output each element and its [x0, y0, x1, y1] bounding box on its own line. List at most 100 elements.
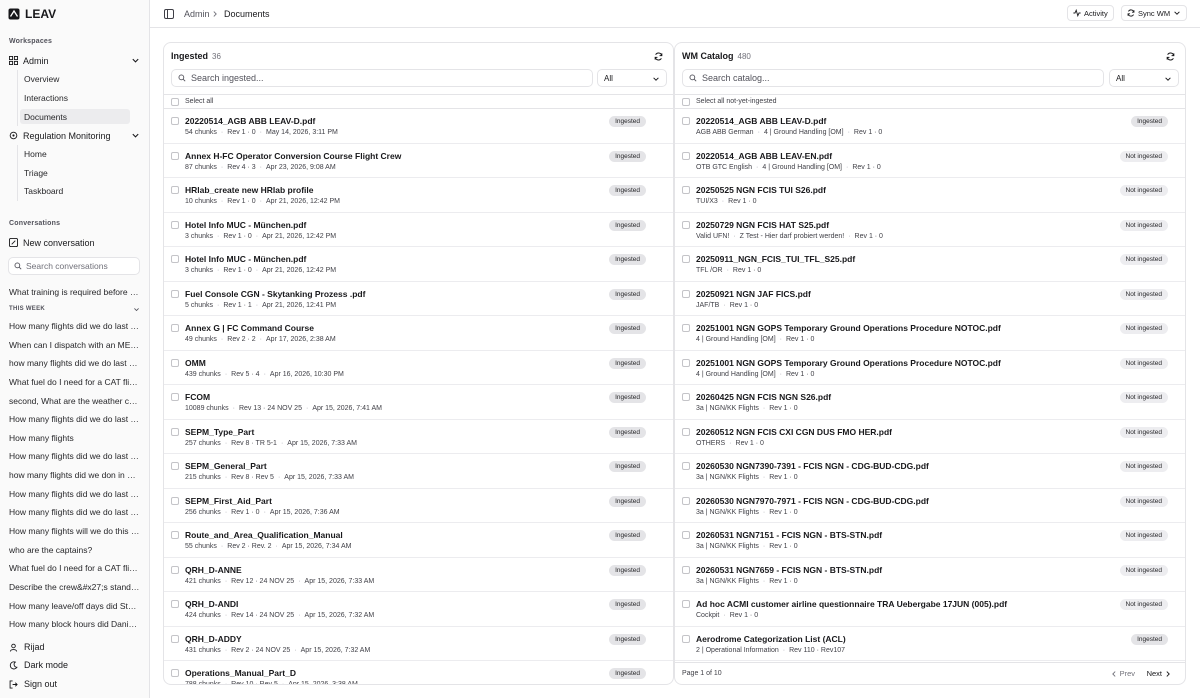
- document-row[interactable]: Route_and_Area_Qualification_Manual 55 ch…: [164, 523, 673, 558]
- conversation-item[interactable]: How many flights did we do last year: [9, 451, 140, 462]
- workspace-regulation[interactable]: Regulation Monitoring: [4, 127, 146, 144]
- document-row[interactable]: Annex H-FC Operator Conversion Course Fl…: [164, 144, 673, 178]
- document-row[interactable]: Ad hoc ACMI customer airline questionnai…: [675, 592, 1185, 627]
- row-checkbox[interactable]: [171, 358, 179, 367]
- row-checkbox[interactable]: [171, 186, 179, 194]
- document-row[interactable]: Aerodrome Categorization List (ACL) 2 | O…: [675, 627, 1185, 661]
- brand-logo[interactable]: LEAV: [8, 6, 56, 22]
- document-row[interactable]: 20260530 NGN7390-7391 - FCIS NGN - CDG-B…: [675, 454, 1185, 489]
- document-row[interactable]: Operations_Manual_Part_D 788 chunks · Rev 1…: [164, 661, 673, 684]
- conversation-item[interactable]: How many flights did we do last week: [9, 507, 140, 518]
- row-checkbox[interactable]: [682, 151, 690, 160]
- dark-mode-toggle[interactable]: Dark mode: [4, 657, 146, 673]
- conversation-item[interactable]: How many flights did we do last month: [9, 489, 140, 500]
- row-checkbox[interactable]: [171, 565, 179, 574]
- nav-interactions[interactable]: Interactions: [20, 90, 130, 105]
- row-checkbox[interactable]: [682, 634, 690, 643]
- workspace-admin[interactable]: Admin: [4, 52, 146, 69]
- row-checkbox[interactable]: [682, 427, 690, 436]
- nav-taskboard[interactable]: Taskboard: [20, 183, 130, 198]
- user-menu[interactable]: Rijad: [4, 639, 146, 655]
- row-checkbox[interactable]: [171, 324, 179, 332]
- activity-button[interactable]: Activity: [1067, 5, 1114, 21]
- nav-triage[interactable]: Triage: [20, 165, 130, 180]
- row-checkbox[interactable]: [171, 255, 179, 263]
- refresh-icon[interactable]: [1166, 52, 1175, 61]
- conversation-item[interactable]: How many flights will we do this week: [9, 526, 140, 537]
- catalog-filter-select[interactable]: All: [1109, 69, 1179, 87]
- document-row[interactable]: Fuel Console CGN - Skytanking Prozess .p…: [164, 282, 673, 316]
- document-row[interactable]: 20260531 NGN7151 - FCIS NGN - BTS-STN.pd…: [675, 523, 1185, 558]
- conversation-item[interactable]: How many leave/off days did Stefan take: [9, 601, 140, 612]
- ingested-search[interactable]: [171, 69, 593, 87]
- row-checkbox[interactable]: [171, 151, 179, 160]
- row-checkbox[interactable]: [171, 634, 179, 643]
- row-checkbox[interactable]: [682, 462, 690, 470]
- conversation-item[interactable]: who are the captains?: [9, 545, 140, 556]
- document-row[interactable]: 20260530 NGN7970-7971 - FCIS NGN - CDG-B…: [675, 489, 1185, 523]
- document-row[interactable]: Hotel Info MUC - München.pdf 3 chunks · Rev…: [164, 247, 673, 282]
- conversation-item[interactable]: What fuel do I need for a CAT flight: [9, 563, 140, 574]
- document-row[interactable]: SEPM_General_Part 215 chunks · Rev 8 · Rev …: [164, 454, 673, 489]
- document-row[interactable]: 20260531 NGN7659 - FCIS NGN - BTS-STN.pd…: [675, 558, 1185, 592]
- conversation-item[interactable]: What training is required before fl...: [9, 287, 140, 298]
- row-checkbox[interactable]: [171, 117, 179, 125]
- conversation-item[interactable]: second, What are the weather conditions: [9, 396, 140, 407]
- row-checkbox[interactable]: [682, 600, 690, 608]
- catalog-search[interactable]: [682, 69, 1104, 87]
- select-all-checkbox[interactable]: [171, 98, 179, 106]
- conversation-item[interactable]: How many block hours did Daniel fly: [9, 619, 140, 630]
- document-row[interactable]: 20250525 NGN FCIS TUI S26.pdf TUI/X3 · Rev …: [675, 178, 1185, 213]
- document-row[interactable]: 20250911_NGN_FCIS_TUI_TFL_S25.pdf TFL /OR…: [675, 247, 1185, 282]
- row-checkbox[interactable]: [171, 220, 179, 229]
- document-row[interactable]: SEPM_Type_Part 257 chunks · Rev 8 · TR 5-1 ·…: [164, 420, 673, 454]
- row-checkbox[interactable]: [682, 496, 690, 505]
- row-checkbox[interactable]: [682, 186, 690, 194]
- document-row[interactable]: 20260425 NGN FCIS NGN S26.pdf 3a | NGN/KK…: [675, 385, 1185, 420]
- row-checkbox[interactable]: [171, 427, 179, 436]
- document-row[interactable]: Annex G | FC Command Course 49 chunks · Rev…: [164, 316, 673, 351]
- document-row[interactable]: HRlab_create new HRlab profile 10 chunks ·…: [164, 178, 673, 213]
- document-row[interactable]: 20220514_AGB ABB LEAV-D.pdf AGB ABB Germa…: [675, 109, 1185, 144]
- document-row[interactable]: 20260512 NGN FCIS CXI CGN DUS FMO HER.pd…: [675, 420, 1185, 454]
- breadcrumb-admin[interactable]: Admin: [184, 9, 210, 19]
- nav-home[interactable]: Home: [20, 146, 130, 161]
- row-checkbox[interactable]: [171, 462, 179, 470]
- sidebar-toggle-icon[interactable]: [164, 9, 174, 19]
- row-checkbox[interactable]: [682, 358, 690, 367]
- row-checkbox[interactable]: [171, 669, 179, 677]
- row-checkbox[interactable]: [682, 289, 690, 298]
- row-checkbox[interactable]: [171, 600, 179, 608]
- document-row[interactable]: OMM 439 chunks · Rev 5 · 4 · Apr 16, 2026, 10…: [164, 351, 673, 385]
- document-row[interactable]: 20250921 NGN JAF FICS.pdf JAF/TB · Rev 1 · …: [675, 282, 1185, 316]
- select-all-checkbox[interactable]: [682, 98, 690, 106]
- conversation-item[interactable]: How many flights did we do last month: [9, 414, 140, 425]
- prev-button[interactable]: Prev: [1111, 669, 1135, 678]
- document-row[interactable]: 20220514_AGB ABB LEAV-D.pdf 54 chunks · Rev…: [164, 109, 673, 144]
- conversation-item[interactable]: How many flights: [9, 433, 140, 444]
- row-checkbox[interactable]: [171, 496, 179, 505]
- document-row[interactable]: FCOM 10089 chunks · Rev 13 · 24 NOV 25 · Apr …: [164, 385, 673, 420]
- ingested-search-input[interactable]: [191, 73, 571, 83]
- row-checkbox[interactable]: [682, 531, 690, 539]
- document-row[interactable]: SEPM_First_Aid_Part 256 chunks · Rev 1 · 0 ·…: [164, 489, 673, 523]
- document-row[interactable]: 20250729 NGN FCIS HAT S25.pdf Valid UFN! ·…: [675, 213, 1185, 247]
- chevron-down-icon[interactable]: [131, 131, 140, 140]
- document-row[interactable]: QRH_D-ANNE 421 chunks · Rev 12 · 24 NOV 25 ·…: [164, 558, 673, 592]
- row-checkbox[interactable]: [682, 220, 690, 229]
- document-row[interactable]: Hotel Info MUC - München.pdf 3 chunks · Rev…: [164, 213, 673, 247]
- conversation-item[interactable]: how many flights did we don in 2026: [9, 470, 140, 481]
- sign-out-button[interactable]: Sign out: [4, 676, 146, 692]
- search-conversations[interactable]: [8, 257, 140, 275]
- row-checkbox[interactable]: [171, 531, 179, 539]
- document-row[interactable]: 20251001 NGN GOPS Temporary Ground Opera…: [675, 316, 1185, 351]
- row-checkbox[interactable]: [682, 565, 690, 574]
- row-checkbox[interactable]: [682, 117, 690, 125]
- row-checkbox[interactable]: [171, 289, 179, 298]
- document-row[interactable]: 20220514_AGB ABB LEAV-EN.pdf OTB GTC Engl…: [675, 144, 1185, 178]
- conversation-item[interactable]: When can I dispatch with an MEL item: [9, 340, 140, 351]
- search-conversations-input[interactable]: [26, 261, 136, 271]
- nav-overview[interactable]: Overview: [20, 71, 130, 86]
- row-checkbox[interactable]: [682, 393, 690, 401]
- chevron-down-icon[interactable]: [131, 56, 140, 65]
